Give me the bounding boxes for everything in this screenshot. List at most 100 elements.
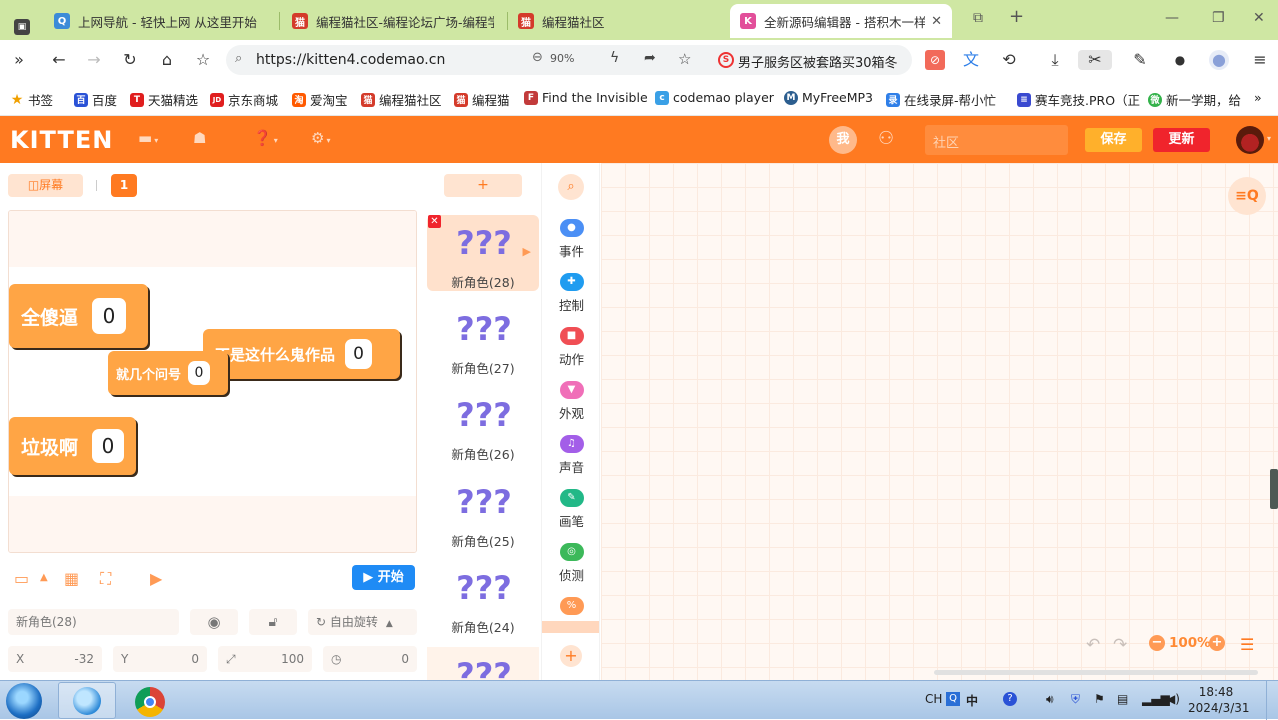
- size-field[interactable]: ⤢ 100: [218, 646, 312, 672]
- caret-up-icon[interactable]: ▲: [40, 572, 48, 583]
- flag-icon[interactable]: ⚑: [1094, 692, 1105, 706]
- zoom-in-icon[interactable]: +: [1209, 635, 1225, 651]
- file-menu-icon[interactable]: ▬ ▾: [138, 129, 166, 151]
- sprite-item[interactable]: ??? 新角色(24): [427, 560, 539, 638]
- speaker-icon[interactable]: ◀): [1166, 692, 1180, 706]
- shield-icon[interactable]: ⛨: [1071, 692, 1080, 707]
- community-search-input[interactable]: 社区: [925, 125, 1068, 155]
- add-friend-icon[interactable]: ⚇: [878, 128, 904, 152]
- bookmark-item[interactable]: c codemao player: [655, 90, 774, 105]
- bookmark-item[interactable]: 猫编程猫社区: [361, 90, 442, 109]
- delete-sprite-icon[interactable]: ✕: [428, 215, 441, 228]
- bookmark-item[interactable]: JD 京东商城: [210, 90, 278, 109]
- back-icon[interactable]: ←: [49, 50, 69, 70]
- zoom-out-icon[interactable]: −: [1149, 635, 1165, 651]
- workspace-search-icon[interactable]: ≡Q: [1228, 177, 1266, 215]
- category-sensing[interactable]: ◎ 侦测: [542, 543, 599, 591]
- sprite-item-selected[interactable]: ✕ ??? ▶ 新角色(28): [427, 215, 539, 291]
- help-tray-icon[interactable]: ?: [1003, 692, 1017, 706]
- menu-icon[interactable]: ≡: [1250, 50, 1270, 70]
- bookmark-item[interactable]: M MyFreeMP3: [784, 90, 873, 105]
- start-menu-icon[interactable]: [6, 683, 42, 719]
- language-indicator[interactable]: CH: [925, 692, 942, 706]
- download-icon[interactable]: ⤓: [1045, 50, 1065, 70]
- stage-size-icon[interactable]: ▭: [14, 569, 29, 588]
- lock-icon[interactable]: 🔓︎: [249, 609, 297, 635]
- close-window-icon[interactable]: ✕: [1253, 10, 1265, 26]
- tab-1[interactable]: Q 上网导航 - 轻快上网 从这里开始: [44, 4, 274, 38]
- volume-icon[interactable]: 🔊︎: [1046, 692, 1054, 707]
- zoom-level[interactable]: 90%: [550, 52, 574, 65]
- category-control[interactable]: ✚ 控制: [542, 273, 599, 321]
- pdf-extension-icon[interactable]: ⊘: [925, 50, 945, 70]
- news-ticker[interactable]: 男子服务区被套路买30箱冬: [738, 52, 908, 71]
- bookmark-item[interactable]: T 天猫精选: [130, 90, 198, 109]
- variable-monitor[interactable]: 不是这什么鬼作品 0: [203, 329, 400, 379]
- bookmark-item[interactable]: 百百度: [74, 90, 117, 109]
- tab-preview-icon[interactable]: ⧉: [973, 10, 983, 26]
- category-operators[interactable]: %: [542, 597, 599, 621]
- course-menu-icon[interactable]: ☗: [193, 129, 221, 151]
- forward-icon[interactable]: →: [84, 50, 104, 70]
- add-extension-button[interactable]: +: [560, 645, 582, 667]
- reload-icon[interactable]: ↻: [120, 50, 140, 70]
- taskbar-app-chrome[interactable]: [120, 682, 178, 719]
- category-motion[interactable]: ■ 动作: [542, 327, 599, 375]
- minimize-icon[interactable]: —: [1165, 10, 1179, 26]
- bookmark-item[interactable]: ★ 书签: [10, 90, 53, 109]
- variable-monitor[interactable]: 全傻逼 0: [9, 284, 148, 348]
- device-icon[interactable]: ▤: [1117, 692, 1128, 706]
- bookmark-item[interactable]: 淘爱淘宝: [292, 90, 348, 109]
- bookmark-item[interactable]: 录在线录屏-帮小忙: [886, 90, 996, 109]
- vertical-scrollbar[interactable]: [1270, 469, 1278, 509]
- redo-icon[interactable]: ↷: [1113, 635, 1127, 655]
- sprite-item[interactable]: ???: [427, 647, 539, 680]
- ime-mode[interactable]: 中: [966, 692, 978, 709]
- home-icon[interactable]: ⌂: [157, 50, 177, 70]
- variable-monitor[interactable]: 垃圾啊 0: [9, 417, 136, 475]
- browser-menu-icon[interactable]: ▣: [4, 10, 30, 44]
- history-icon[interactable]: ⟲: [999, 50, 1019, 70]
- bookmarks-overflow-icon[interactable]: »: [1254, 90, 1262, 105]
- taskbar-app-browser[interactable]: [58, 682, 116, 719]
- new-tab-icon[interactable]: +: [1009, 6, 1024, 27]
- url-field[interactable]: ⌕ https://kitten4.codemao.cn ⊖ 90% ϟ ➦ ☆…: [226, 45, 912, 75]
- screenshot-icon[interactable]: ✂: [1078, 50, 1112, 70]
- share-icon[interactable]: ➦: [644, 50, 656, 66]
- y-field[interactable]: Y 0: [113, 646, 207, 672]
- user-menu-chevron-icon[interactable]: ▾: [1267, 134, 1271, 143]
- help-menu-icon[interactable]: ❓ ▾: [253, 129, 281, 151]
- category-events[interactable]: ● 事件: [542, 219, 599, 267]
- save-button[interactable]: 保存: [1085, 128, 1142, 152]
- bookmark-item[interactable]: 猫编程猫: [454, 90, 510, 109]
- x-field[interactable]: X -32: [8, 646, 102, 672]
- bookmark-item[interactable]: 微新一学期，给: [1148, 90, 1241, 109]
- show-desktop-button[interactable]: [1266, 681, 1278, 720]
- category-sound[interactable]: ♫ 声音: [542, 435, 599, 483]
- screen-button[interactable]: ◫屏幕: [8, 174, 83, 197]
- undo-icon[interactable]: ↶: [1086, 635, 1100, 655]
- bookmark-star-icon[interactable]: ☆: [193, 50, 213, 70]
- start-button[interactable]: ▶ 开始: [352, 565, 415, 590]
- close-tab-icon[interactable]: ✕: [931, 14, 942, 29]
- user-avatar[interactable]: [1236, 126, 1264, 154]
- sprite-item[interactable]: ??? 新角色(26): [427, 387, 539, 465]
- rotation-mode-select[interactable]: ↻ 自由旋转 ▲: [308, 609, 417, 635]
- ime-q-icon[interactable]: Q: [946, 692, 960, 706]
- stage-canvas[interactable]: 全傻逼 0 不是这什么鬼作品 0 就几个问号 0 垃圾啊 0: [8, 210, 417, 553]
- category-pen[interactable]: ✎ 画笔: [542, 489, 599, 537]
- block-search-icon[interactable]: ⌕: [558, 174, 584, 200]
- lightning-icon[interactable]: ϟ: [610, 50, 619, 66]
- fullscreen-icon[interactable]: ⛶: [100, 569, 111, 589]
- translate-icon[interactable]: 文: [961, 50, 981, 70]
- tab-active[interactable]: K 全新源码编辑器 - 搭积木一样来 ✕: [730, 4, 952, 38]
- tab-3[interactable]: 猫 编程猫社区: [508, 4, 718, 38]
- sprite-item[interactable]: ??? 新角色(25): [427, 474, 539, 552]
- system-clock[interactable]: 18:48 2024/3/31: [1188, 684, 1250, 716]
- visibility-eye-icon[interactable]: ◉: [190, 609, 238, 635]
- grid-icon[interactable]: ▦: [64, 569, 79, 588]
- direction-field[interactable]: ◷ 0: [323, 646, 417, 672]
- horizontal-scrollbar[interactable]: [934, 670, 1258, 675]
- screen-number[interactable]: 1: [111, 174, 137, 197]
- bookmark-item[interactable]: F Find the Invisible: [524, 90, 648, 105]
